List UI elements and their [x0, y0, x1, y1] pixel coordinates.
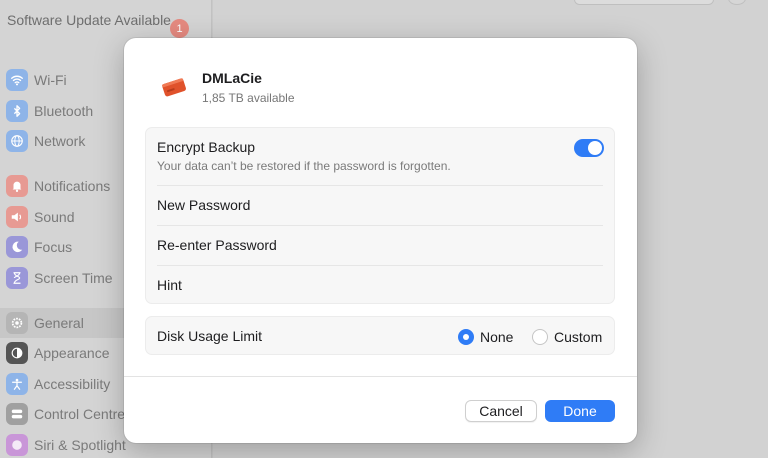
disk-usage-limit-label: Disk Usage Limit — [157, 328, 263, 344]
sidebar-item-label: Bluetooth — [34, 103, 94, 119]
sidebar-item-label: Wi-Fi — [34, 72, 67, 88]
radio-custom-label: Custom — [554, 329, 603, 345]
new-password-label: New Password — [157, 197, 251, 213]
hourglass-icon — [6, 267, 28, 289]
new-password-row[interactable]: New Password — [157, 186, 603, 226]
external-disk-icon — [161, 76, 187, 103]
search-field[interactable] — [574, 0, 714, 5]
done-button[interactable]: Done — [545, 400, 615, 422]
disk-name: DMLaCie — [202, 70, 262, 86]
update-badge: 1 — [170, 19, 189, 38]
bluetooth-icon — [6, 100, 28, 122]
toolbar-button[interactable] — [728, 0, 746, 5]
reenter-password-row[interactable]: Re-enter Password — [157, 226, 603, 266]
sidebar-item-label: Screen Time — [34, 270, 113, 286]
siri-icon — [6, 434, 28, 456]
sidebar-item-label: General — [34, 315, 84, 331]
encrypt-backup-description: Your data can’t be restored if the passw… — [157, 159, 451, 173]
speaker-icon — [6, 206, 28, 228]
hint-label: Hint — [157, 277, 182, 293]
sidebar-item-label: Control Centre — [34, 406, 126, 422]
sidebar-item-label: Sound — [34, 209, 75, 225]
bell-icon — [6, 175, 28, 197]
cancel-button[interactable]: Cancel — [465, 400, 537, 422]
appearance-icon — [6, 342, 28, 364]
disk-available: 1,85 TB available — [202, 91, 295, 105]
sidebar-item-label: Notifications — [34, 178, 111, 194]
radio-none[interactable]: None — [458, 329, 513, 345]
sidebar-item-label: Network — [34, 133, 86, 149]
software-update-item[interactable]: Software Update Available — [7, 11, 187, 29]
radio-none-label: None — [480, 329, 514, 345]
encrypt-backup-row: Encrypt Backup Your data can’t be restor… — [157, 128, 604, 185]
backup-disk-dialog: DMLaCie 1,85 TB available Encrypt Backup… — [124, 38, 637, 443]
encrypt-backup-label: Encrypt Backup — [157, 139, 256, 155]
gear-icon — [6, 312, 28, 334]
sidebar-item-label: Appearance — [34, 345, 110, 361]
encryption-settings-group: Encrypt Backup Your data can’t be restor… — [145, 127, 615, 304]
radio-custom[interactable]: Custom — [532, 329, 602, 345]
radio-custom-indicator[interactable] — [532, 329, 548, 345]
toggle-knob — [588, 141, 602, 155]
hint-row[interactable]: Hint — [157, 266, 603, 305]
encrypt-backup-toggle[interactable] — [574, 139, 604, 157]
control-centre-icon — [6, 403, 28, 425]
moon-icon — [6, 236, 28, 258]
sidebar-item-label: Accessibility — [34, 376, 111, 392]
reenter-password-label: Re-enter Password — [157, 237, 277, 253]
wifi-icon — [6, 69, 28, 91]
radio-none-indicator[interactable] — [458, 329, 474, 345]
sidebar-item-label: Siri & Spotlight — [34, 437, 126, 453]
accessibility-icon — [6, 373, 28, 395]
sidebar-item-label: Focus — [34, 239, 73, 255]
disk-usage-group: Disk Usage Limit None Custom — [145, 316, 615, 355]
globe-icon — [6, 130, 28, 152]
footer-divider — [124, 376, 637, 377]
